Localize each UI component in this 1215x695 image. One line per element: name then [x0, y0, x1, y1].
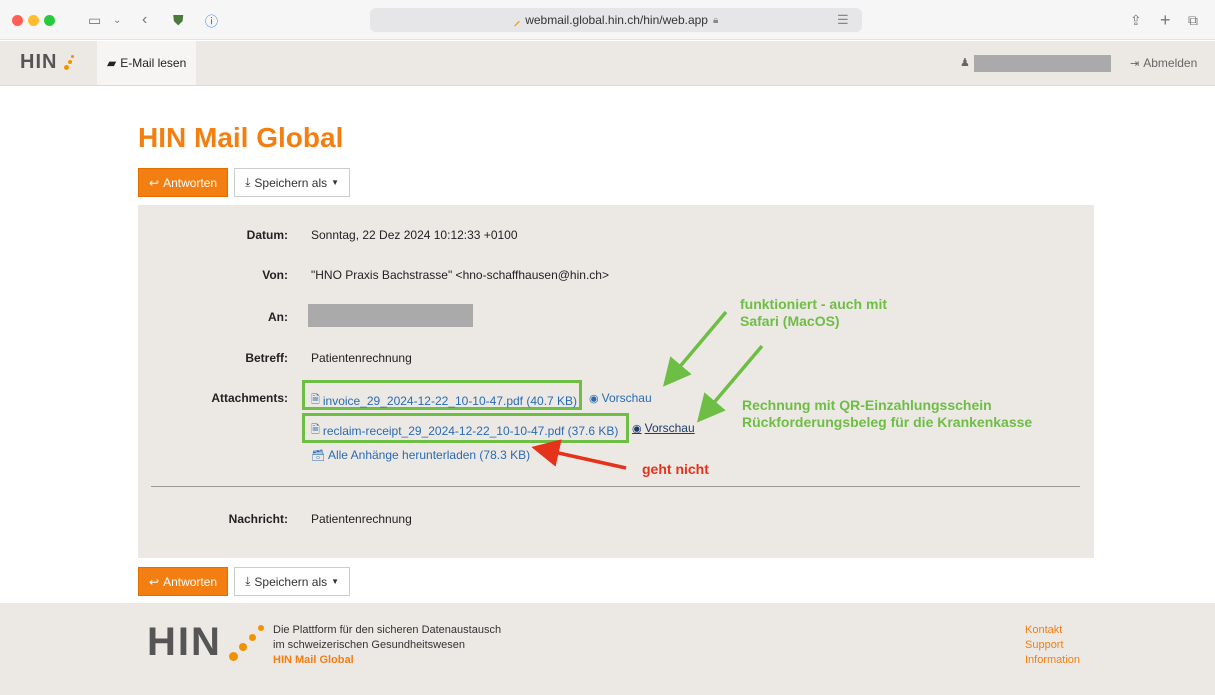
app-navbar: HIN ▰ E-Mail lesen ♟ ⇥ Abmelden: [0, 41, 1215, 86]
attachment-receipt-link[interactable]: 🗎︎ reclaim-receipt_29_2024-12-22_10-10-4…: [311, 421, 618, 440]
annotation-invoice-desc: Rechnung mit QR-Einzahlungsschein Rückfo…: [742, 397, 1033, 430]
from-value: "HNO Praxis Bachstrasse" <hno-schaffhaus…: [311, 268, 609, 282]
close-window-button[interactable]: [12, 15, 23, 26]
footer-links: Kontakt Support Information: [1025, 623, 1080, 668]
date-value: Sonntag, 22 Dez 2024 10:12:33 +0100: [311, 228, 518, 242]
footer-logo: HIN: [147, 620, 222, 664]
nav-read-mail[interactable]: ▰ E-Mail lesen: [97, 41, 197, 85]
back-icon[interactable]: ‹: [142, 10, 147, 30]
footer-link-contact[interactable]: Kontakt: [1025, 623, 1080, 638]
chevron-down-icon[interactable]: ⌄: [113, 10, 121, 30]
footer-link-information[interactable]: Information: [1025, 653, 1080, 668]
mail-details-panel: Datum: Sonntag, 22 Dez 2024 10:12:33 +01…: [138, 205, 1094, 558]
bottom-toolbar: ↩ Antworten ⤓ Speichern als ▼: [138, 567, 351, 596]
nav-read-mail-label: E-Mail lesen: [120, 56, 187, 70]
annotation-works: funktioniert - auch mit Safari (MacOS): [740, 296, 887, 329]
archive-icon: 🗃︎: [311, 449, 325, 462]
footer-link-support[interactable]: Support: [1025, 638, 1080, 653]
reply-button[interactable]: ↩ Antworten: [138, 168, 229, 197]
file-icon: 🗎︎: [311, 424, 320, 436]
download-all-link[interactable]: 🗃︎ Alle Anhänge herunterladen (78.3 KB): [311, 448, 530, 462]
footer: HIN Die Plattform für den sicheren Daten…: [0, 603, 1215, 695]
message-label: Nachricht:: [228, 512, 288, 526]
download-icon: ⤓: [245, 175, 251, 189]
footer-logo-dots-icon: [222, 621, 266, 661]
hin-favicon-icon: ⸝: [513, 13, 521, 28]
file-icon: 🗎︎: [311, 394, 320, 406]
reply-button-bottom[interactable]: ↩ Antworten: [138, 567, 229, 596]
logout-label: Abmelden: [1143, 56, 1198, 70]
eye-icon: ◉: [589, 392, 599, 405]
divider: [151, 486, 1080, 487]
logo-text: HIN: [20, 51, 58, 73]
shield-icon[interactable]: ⛊: [173, 10, 184, 30]
logout-icon: ⇥: [1130, 57, 1140, 70]
to-label: An:: [268, 310, 288, 324]
attachments-label: Attachments:: [211, 391, 288, 405]
preview-invoice-link[interactable]: ◉ Vorschau: [589, 391, 652, 405]
new-tab-icon[interactable]: +: [1160, 10, 1171, 30]
from-label: Von:: [262, 268, 288, 282]
reader-icon[interactable]: ☰: [837, 8, 849, 32]
sidebar-icon[interactable]: ▭: [88, 10, 101, 30]
user-icon: ♟: [960, 57, 970, 69]
eye-icon: ◉: [632, 422, 642, 435]
caret-down-icon: ▼: [331, 577, 340, 586]
download-icon: ⤓: [245, 574, 251, 588]
hin-logo[interactable]: HIN: [20, 51, 78, 74]
footer-tagline: Die Plattform für den sicheren Datenaust…: [273, 624, 502, 666]
password-manager-icon[interactable]: ⓘ: [205, 10, 218, 30]
reply-icon: ↩: [149, 175, 160, 190]
book-icon: ▰: [107, 56, 117, 70]
top-toolbar: ↩ Antworten ⤓ Speichern als ▼: [138, 168, 351, 197]
annotation-broken: geht nicht: [642, 461, 709, 477]
message-value: Patientenrechnung: [311, 512, 412, 526]
date-label: Datum:: [246, 228, 288, 242]
logout-link[interactable]: ⇥ Abmelden: [1130, 56, 1197, 70]
save-as-button[interactable]: ⤓ Speichern als ▼: [234, 168, 351, 197]
reply-icon: ↩: [149, 574, 160, 589]
share-icon[interactable]: ⇪: [1130, 10, 1142, 30]
logo-dots-icon: [60, 53, 78, 73]
subject-value: Patientenrechnung: [311, 351, 412, 365]
attachment-invoice-link[interactable]: 🗎︎ invoice_29_2024-12-22_10-10-47.pdf (4…: [311, 391, 577, 410]
minimize-window-button[interactable]: [28, 15, 39, 26]
browser-toolbar: ▭ ⌄ ‹ ⛊ ⓘ ⸝ webmail.global.hin.ch/hin/we…: [0, 0, 1215, 40]
subject-label: Betreff:: [245, 351, 288, 365]
redacted-username: [974, 55, 1111, 72]
redacted-recipient: [308, 304, 473, 327]
lock-icon: 🔒︎: [712, 14, 719, 26]
page-title: HIN Mail Global: [138, 122, 344, 153]
zoom-window-button[interactable]: [44, 15, 55, 26]
url-text: webmail.global.hin.ch/hin/web.app: [525, 13, 708, 27]
save-as-button-bottom[interactable]: ⤓ Speichern als ▼: [234, 567, 351, 596]
address-bar[interactable]: ⸝ webmail.global.hin.ch/hin/web.app 🔒︎: [370, 8, 862, 32]
preview-receipt-link[interactable]: ◉ Vorschau: [632, 421, 695, 435]
caret-down-icon: ▼: [331, 178, 340, 187]
tab-overview-icon[interactable]: ⧉: [1188, 10, 1198, 30]
